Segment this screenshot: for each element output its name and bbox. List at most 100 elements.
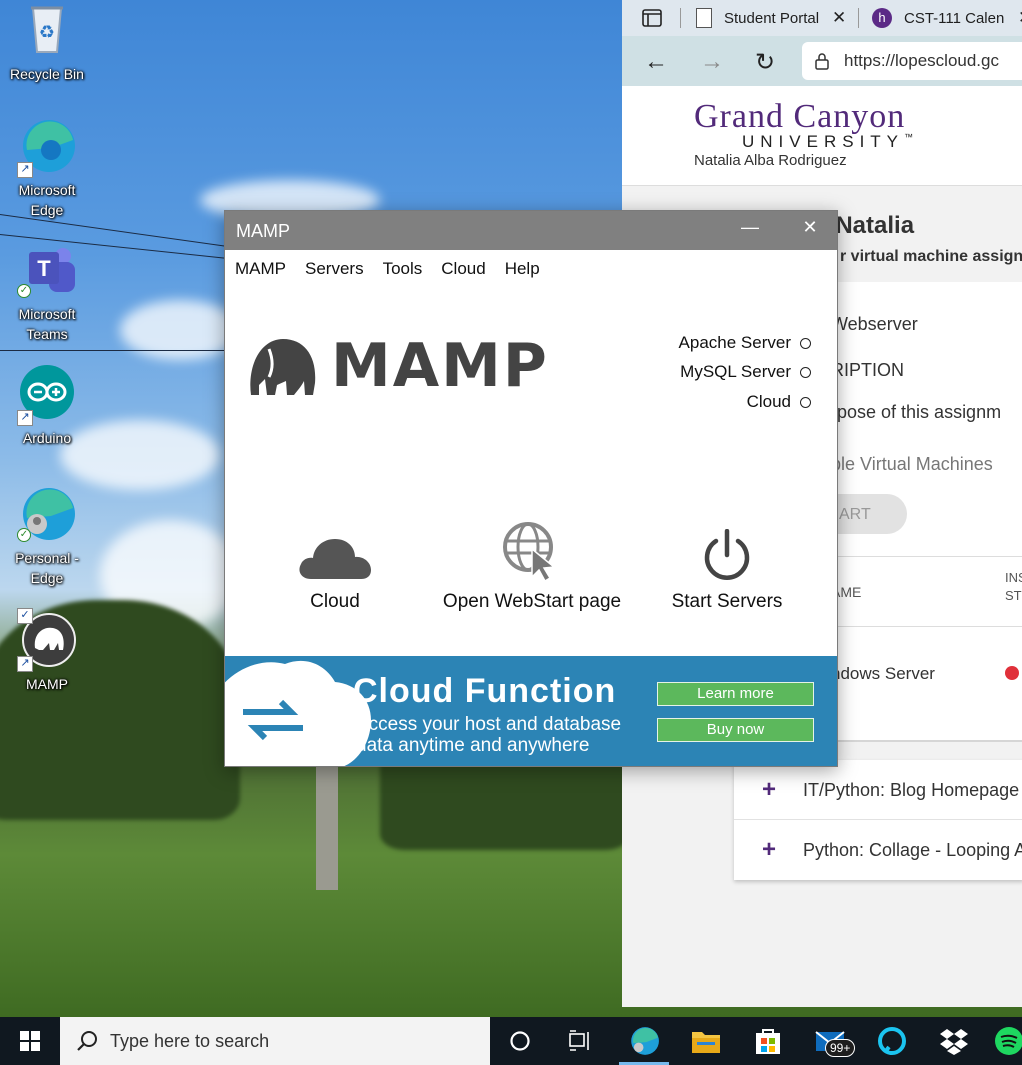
- desktop-icon-label: Recycle Bin: [10, 66, 84, 82]
- list-item[interactable]: + Python: Collage - Looping A: [734, 820, 1022, 880]
- mail-badge: 99+: [825, 1039, 856, 1057]
- edge-icon: [631, 1027, 659, 1055]
- spotify-icon: [995, 1027, 1022, 1055]
- close-tab-icon[interactable]: ✕: [1018, 8, 1022, 28]
- cortana-button[interactable]: [500, 1017, 540, 1065]
- menu-tools[interactable]: Tools: [383, 259, 423, 279]
- lock-icon: [815, 53, 829, 70]
- banner-subtext: Access your host and database data anyti…: [356, 714, 621, 756]
- globe-cursor-icon: [435, 521, 629, 581]
- desktop-icon-personal-edge[interactable]: ✓ Personal - Edge: [4, 484, 90, 588]
- start-button[interactable]: [0, 1017, 60, 1065]
- cloud-button[interactable]: Cloud: [280, 521, 390, 613]
- checkbox-icon: ✓: [17, 608, 33, 624]
- vm-row-name: ndows Server: [831, 664, 935, 683]
- url-field[interactable]: https://lopescloud.gc: [802, 42, 1022, 80]
- close-button[interactable]: ✕: [795, 217, 825, 243]
- user-name: Natalia Alba Rodriguez: [694, 152, 847, 169]
- windows-logo-icon: [20, 1031, 40, 1051]
- store-icon: [756, 1029, 780, 1054]
- desktop-icon-arduino[interactable]: ↗ Arduino: [4, 364, 90, 448]
- vm-heading: ble Virtual Machines: [831, 454, 993, 474]
- banner-line-1: Access your host and database: [356, 714, 622, 735]
- learn-more-button[interactable]: Learn more: [657, 682, 814, 706]
- desktop-icon-teams[interactable]: T ✓ Microsoft Teams: [4, 240, 90, 344]
- open-webstart-button[interactable]: Open WebStart page: [435, 521, 629, 613]
- desktop-icon-label: Arduino: [22, 430, 72, 446]
- list-item-label: IT/Python: Blog Homepage: [803, 780, 1020, 800]
- desktop-icon-label: Microsoft Teams: [18, 306, 76, 342]
- desktop-icon-recycle-bin[interactable]: ♻ Recycle Bin: [4, 0, 90, 84]
- gcu-logo-subtitle: UNIVERSITY™: [742, 132, 913, 152]
- list-item[interactable]: + IT/Python: Blog Homepage: [734, 760, 1022, 820]
- server-status-cloud: Cloud: [747, 392, 811, 412]
- vm-status-indicator: [1005, 666, 1019, 680]
- taskbar-search[interactable]: Type here to search: [60, 1017, 490, 1065]
- window-title: MAMP: [236, 221, 290, 241]
- power-line: [0, 350, 240, 351]
- tab-student-portal[interactable]: Student Portal ✕: [696, 0, 846, 36]
- svg-text:♻: ♻: [39, 22, 55, 42]
- tab-actions-icon[interactable]: [636, 0, 668, 36]
- desktop-icon-edge[interactable]: ↗ Microsoft Edge: [4, 116, 90, 220]
- svg-text:T: T: [37, 256, 51, 281]
- mamp-window: MAMP — ✕ MAMP Servers Tools Cloud Help M…: [224, 210, 838, 767]
- refresh-icon[interactable]: ↻: [755, 48, 775, 77]
- taskbar-spotify[interactable]: [994, 1017, 1022, 1065]
- menu-cloud[interactable]: Cloud: [441, 259, 485, 279]
- assignment-list: + IT/Python: Blog Homepage + Python: Col…: [734, 760, 1022, 880]
- gcu-logo-line1: Grand Canyon: [694, 98, 906, 135]
- menu-mamp[interactable]: MAMP: [235, 259, 286, 279]
- desktop-icon-mamp[interactable]: ✓ ↗ MAMP: [4, 608, 90, 694]
- greeting-subtext: r virtual machine assignm: [840, 248, 1022, 265]
- tab-separator: [680, 8, 681, 28]
- task-view-button[interactable]: [560, 1017, 600, 1065]
- search-icon: [77, 1031, 97, 1051]
- arduino-icon: ↗: [17, 364, 77, 426]
- server-status-apache: Apache Server: [679, 333, 811, 353]
- minimize-button[interactable]: —: [735, 217, 765, 243]
- folder-icon: [692, 1032, 720, 1053]
- recycle-bin-icon: ♻: [17, 0, 77, 60]
- tab-cst-111-calendar[interactable]: h CST-111 Calen ✕: [872, 0, 1022, 36]
- close-tab-icon[interactable]: ✕: [832, 8, 846, 28]
- banner-line-2: data anytime and anywhere: [356, 735, 590, 756]
- taskbar-store[interactable]: [746, 1017, 790, 1065]
- back-arrow-icon[interactable]: ←: [644, 48, 668, 76]
- shortcut-arrow-icon: ↗: [17, 410, 33, 426]
- cloud-button-label: Cloud: [310, 591, 360, 612]
- status-indicator-icon: [800, 337, 811, 349]
- forward-arrow-icon[interactable]: →: [700, 48, 724, 76]
- mamp-wordmark: MAMP: [331, 331, 549, 401]
- taskbar-file-explorer[interactable]: [684, 1017, 728, 1065]
- search-placeholder: Type here to search: [110, 1030, 270, 1051]
- start-servers-button[interactable]: Start Servers: [669, 521, 785, 613]
- purpose-text: rpose of this assignm: [831, 402, 1002, 422]
- edge-profile-icon: ✓: [17, 484, 77, 544]
- status-indicator-icon: [800, 366, 811, 378]
- mamp-titlebar[interactable]: MAMP — ✕: [225, 211, 837, 250]
- edge-icon: ↗: [17, 116, 77, 178]
- taskbar-dropbox[interactable]: [932, 1017, 976, 1065]
- taskbar-edge[interactable]: [620, 1017, 668, 1065]
- alexa-icon: [878, 1027, 906, 1055]
- buy-now-button[interactable]: Buy now: [657, 718, 814, 742]
- taskbar: Type here to search 99+: [0, 1017, 1022, 1065]
- plus-icon: +: [762, 836, 777, 863]
- tab-separator: [858, 8, 859, 28]
- cloud-icon: [280, 521, 390, 581]
- plus-icon: +: [762, 776, 777, 803]
- menu-help[interactable]: Help: [505, 259, 540, 279]
- task-view-icon: [569, 1030, 589, 1051]
- sky-cloud: [120, 300, 240, 360]
- server-label: Apache Server: [678, 333, 791, 352]
- document-icon: [696, 8, 712, 28]
- menu-servers[interactable]: Servers: [305, 259, 364, 279]
- desktop-icon-label: Personal - Edge: [15, 550, 79, 586]
- shortcut-arrow-icon: ↗: [17, 656, 33, 672]
- power-icon: [669, 521, 785, 581]
- cortana-circle-icon: [510, 1031, 530, 1051]
- address-bar-row: ← → ↻ https://lopescloud.gc: [622, 36, 1022, 86]
- taskbar-alexa[interactable]: [870, 1017, 914, 1065]
- list-item-label: Python: Collage - Looping A: [803, 840, 1022, 860]
